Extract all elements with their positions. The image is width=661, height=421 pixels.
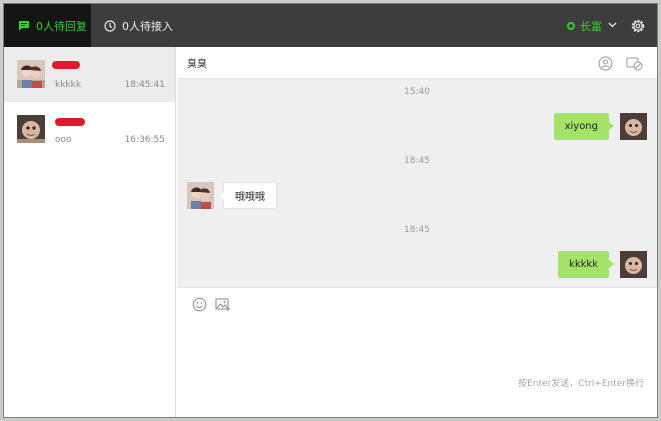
end-chat-icon[interactable] xyxy=(626,56,643,71)
message-timestamp: 15:40 xyxy=(404,87,430,97)
transfer-user-icon[interactable] xyxy=(598,56,613,71)
chevron-down-icon xyxy=(608,21,617,31)
chat-contact-name: 臭臭 xyxy=(187,59,207,70)
contact-name-redacted xyxy=(55,118,85,126)
conversation-list: kkkkk 18:45:41 ooo 16:36:55 xyxy=(4,47,176,417)
message-timestamp: 18:45 xyxy=(404,156,430,166)
tab-pending-accept[interactable]: 0人待接入 xyxy=(104,4,173,47)
conversation-preview: ooo xyxy=(55,135,72,145)
online-status-icon xyxy=(567,21,575,30)
clock-icon xyxy=(104,19,116,32)
tab-pending-accept-label: 0人待接入 xyxy=(122,19,173,33)
conversation-item[interactable]: ooo 16:36:55 xyxy=(4,102,175,157)
outgoing-message: xiyong xyxy=(553,113,615,140)
agent-avatar xyxy=(620,113,647,140)
chat-header: 臭臭 xyxy=(177,47,657,79)
agent-name: 长富 xyxy=(580,19,602,33)
customer-avatar xyxy=(187,182,214,209)
emoji-icon[interactable] xyxy=(192,297,207,312)
conversation-time: 18:45:41 xyxy=(124,80,165,90)
chat-window: 0人待回复 0人待接入 长富 kkkkk 18:45:41 ooo 16:36:… xyxy=(3,3,658,418)
chat-bubble-icon xyxy=(19,20,29,31)
message-timestamp: 18:45 xyxy=(404,225,430,235)
conversation-time: 16:36:55 xyxy=(124,135,165,145)
chat-panel: 臭臭 15:40 xiyong 18:45 哦哦哦 18:45 kkkkk 按E… xyxy=(177,47,657,417)
avatar xyxy=(17,60,45,88)
incoming-message: 哦哦哦 xyxy=(219,182,277,209)
avatar xyxy=(17,115,45,143)
gear-icon[interactable] xyxy=(629,17,647,35)
agent-status-dropdown[interactable]: 长富 xyxy=(567,4,617,47)
conversation-preview: kkkkk xyxy=(55,80,82,90)
tab-pending-reply[interactable]: 0人待回复 xyxy=(4,4,91,47)
send-shortcut-hint: 按Enter发送，Ctrl+Enter换行 xyxy=(518,379,644,389)
conversation-item[interactable]: kkkkk 18:45:41 xyxy=(4,47,175,102)
agent-avatar xyxy=(620,251,647,278)
top-bar: 0人待回复 0人待接入 长富 xyxy=(4,4,657,47)
contact-name-redacted xyxy=(52,61,80,69)
message-composer: 按Enter发送，Ctrl+Enter换行 xyxy=(177,287,657,417)
outgoing-message: kkkkk xyxy=(558,251,614,278)
image-icon[interactable] xyxy=(215,297,231,312)
tab-pending-reply-label: 0人待回复 xyxy=(36,19,87,33)
message-list: 15:40 xiyong 18:45 哦哦哦 18:45 kkkkk xyxy=(177,79,657,287)
